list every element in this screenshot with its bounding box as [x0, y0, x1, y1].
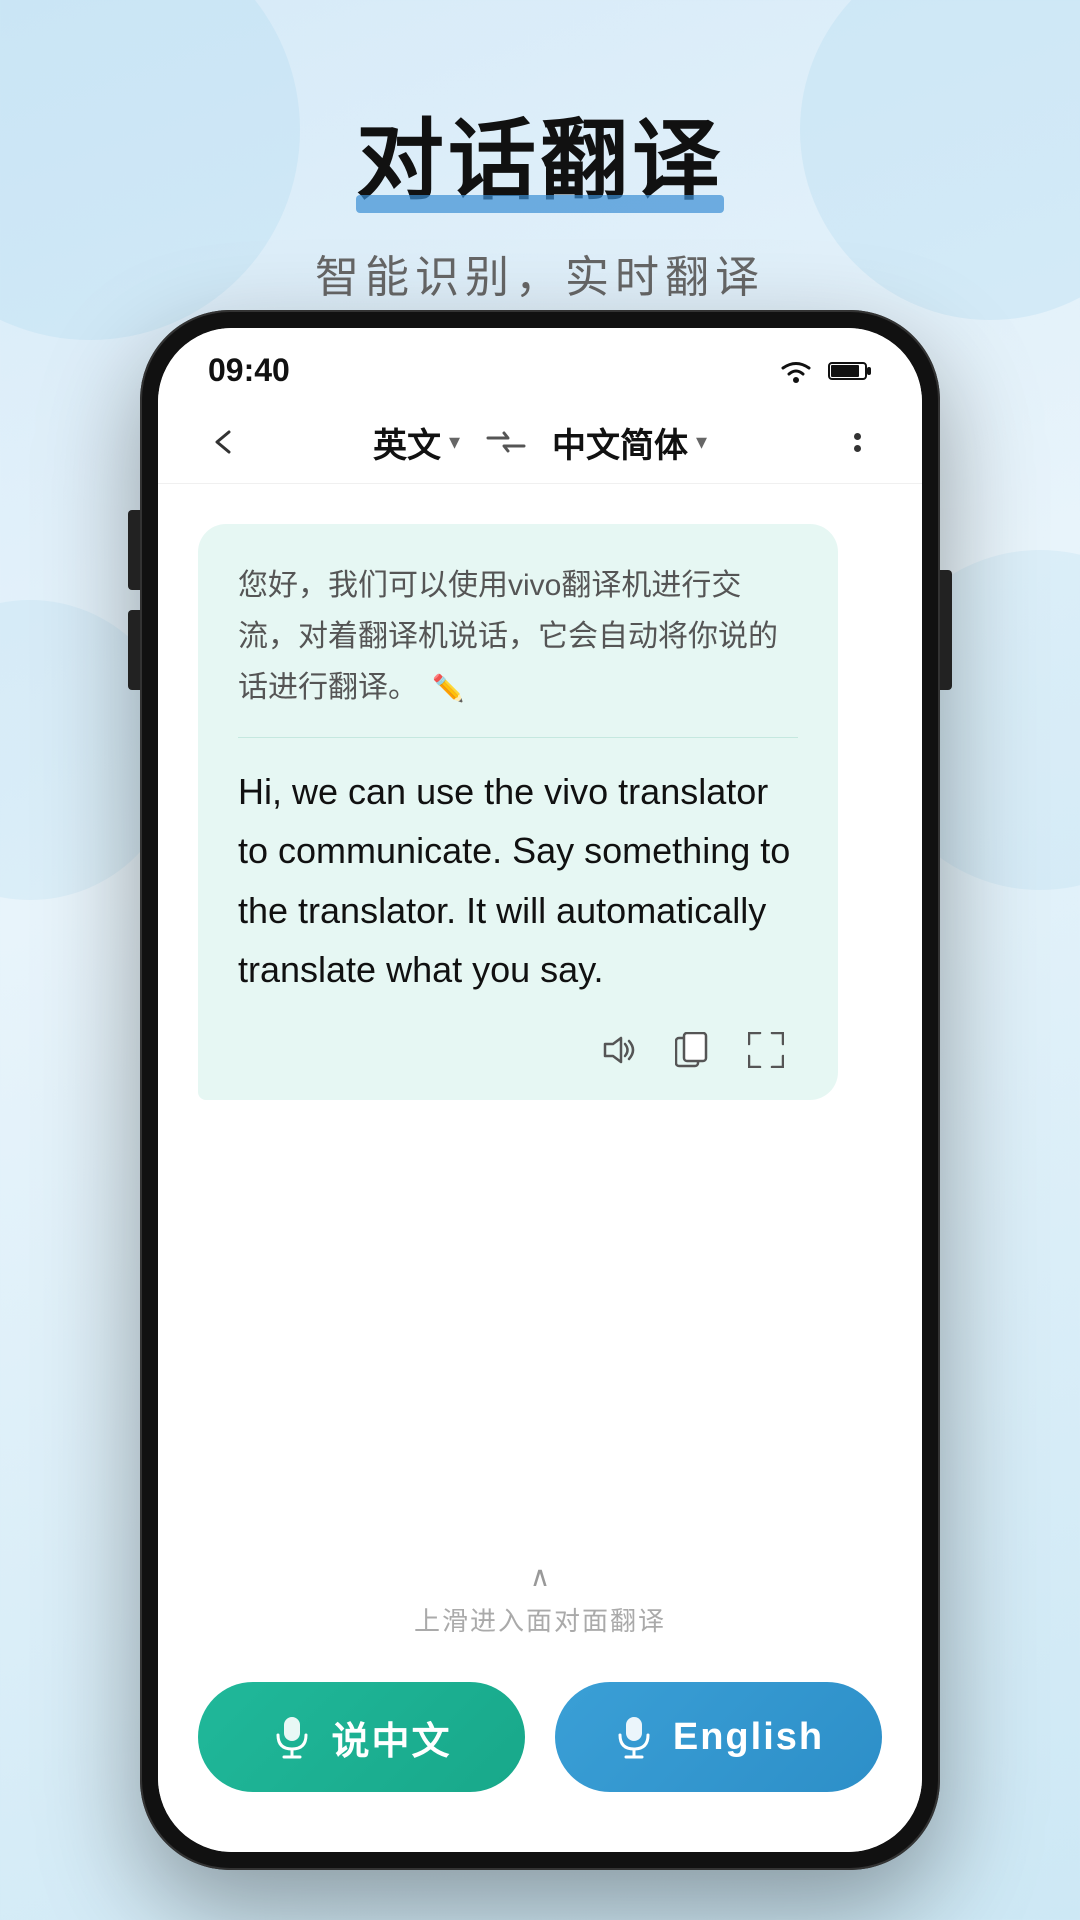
page-title-area: 对话翻译 智能识别，实时翻译: [0, 90, 1080, 305]
status-bar: 09:40: [158, 328, 922, 401]
wifi-icon: [778, 358, 814, 384]
page-subtitle: 智能识别，实时翻译: [0, 241, 1080, 305]
english-message: Hi, we can use the vivo translator to co…: [238, 762, 798, 1000]
swap-languages-button[interactable]: [480, 424, 532, 460]
copy-button[interactable]: [670, 1028, 714, 1072]
target-lang-label: 中文简体: [552, 418, 688, 467]
source-lang-selector[interactable]: 英文 ▾: [373, 418, 460, 467]
expand-button[interactable]: [744, 1028, 788, 1072]
bottom-buttons: 说中文 English: [158, 1662, 922, 1852]
message-bubble: 您好，我们可以使用vivo翻译机进行交流，对着翻译机说话，它会自动将你说的话进行…: [198, 524, 838, 1100]
source-lang-chevron: ▾: [449, 429, 460, 455]
slide-hint-text: 上滑进入面对面翻译: [414, 1601, 666, 1638]
back-button[interactable]: [198, 417, 248, 467]
mic-icon-chinese: [271, 1716, 313, 1758]
chat-area: 您好，我们可以使用vivo翻译机进行交流，对着翻译机说话，它会自动将你说的话进行…: [158, 484, 922, 1530]
more-options-button[interactable]: [832, 417, 882, 467]
speak-english-label: English: [673, 1716, 824, 1759]
speak-chinese-button[interactable]: 说中文: [198, 1682, 525, 1792]
volume-button-1: [128, 510, 140, 590]
source-lang-label: 英文: [373, 418, 441, 467]
chinese-message: 您好，我们可以使用vivo翻译机进行交流，对着翻译机说话，它会自动将你说的话进行…: [238, 560, 798, 738]
slide-up-arrow: ∧: [530, 1560, 551, 1593]
speak-chinese-label: 说中文: [331, 1710, 451, 1765]
slide-hint: ∧ 上滑进入面对面翻译: [158, 1550, 922, 1662]
more-dot-2: [854, 445, 861, 452]
speak-english-button[interactable]: English: [555, 1682, 882, 1792]
volume-button-2: [128, 610, 140, 690]
target-lang-chevron: ▾: [696, 429, 707, 455]
power-button: [940, 570, 952, 690]
status-time: 09:40: [208, 352, 290, 389]
bottom-area: ∧ 上滑进入面对面翻译 说中文: [158, 1530, 922, 1852]
language-selector: 英文 ▾ 中文简体 ▾: [248, 418, 832, 467]
phone-screen: 09:40: [158, 328, 922, 1852]
phone-mockup: 09:40: [140, 310, 940, 1870]
status-icons: [778, 358, 872, 384]
battery-icon: [828, 360, 872, 382]
bubble-actions: [238, 1028, 798, 1072]
title-underline: [356, 195, 724, 213]
app-header: 英文 ▾ 中文简体 ▾: [158, 401, 922, 484]
edit-icon[interactable]: ✏️: [432, 666, 464, 710]
more-dot-1: [854, 433, 861, 440]
target-lang-selector[interactable]: 中文简体 ▾: [552, 418, 707, 467]
mic-icon-english: [613, 1716, 655, 1758]
speaker-button[interactable]: [596, 1028, 640, 1072]
